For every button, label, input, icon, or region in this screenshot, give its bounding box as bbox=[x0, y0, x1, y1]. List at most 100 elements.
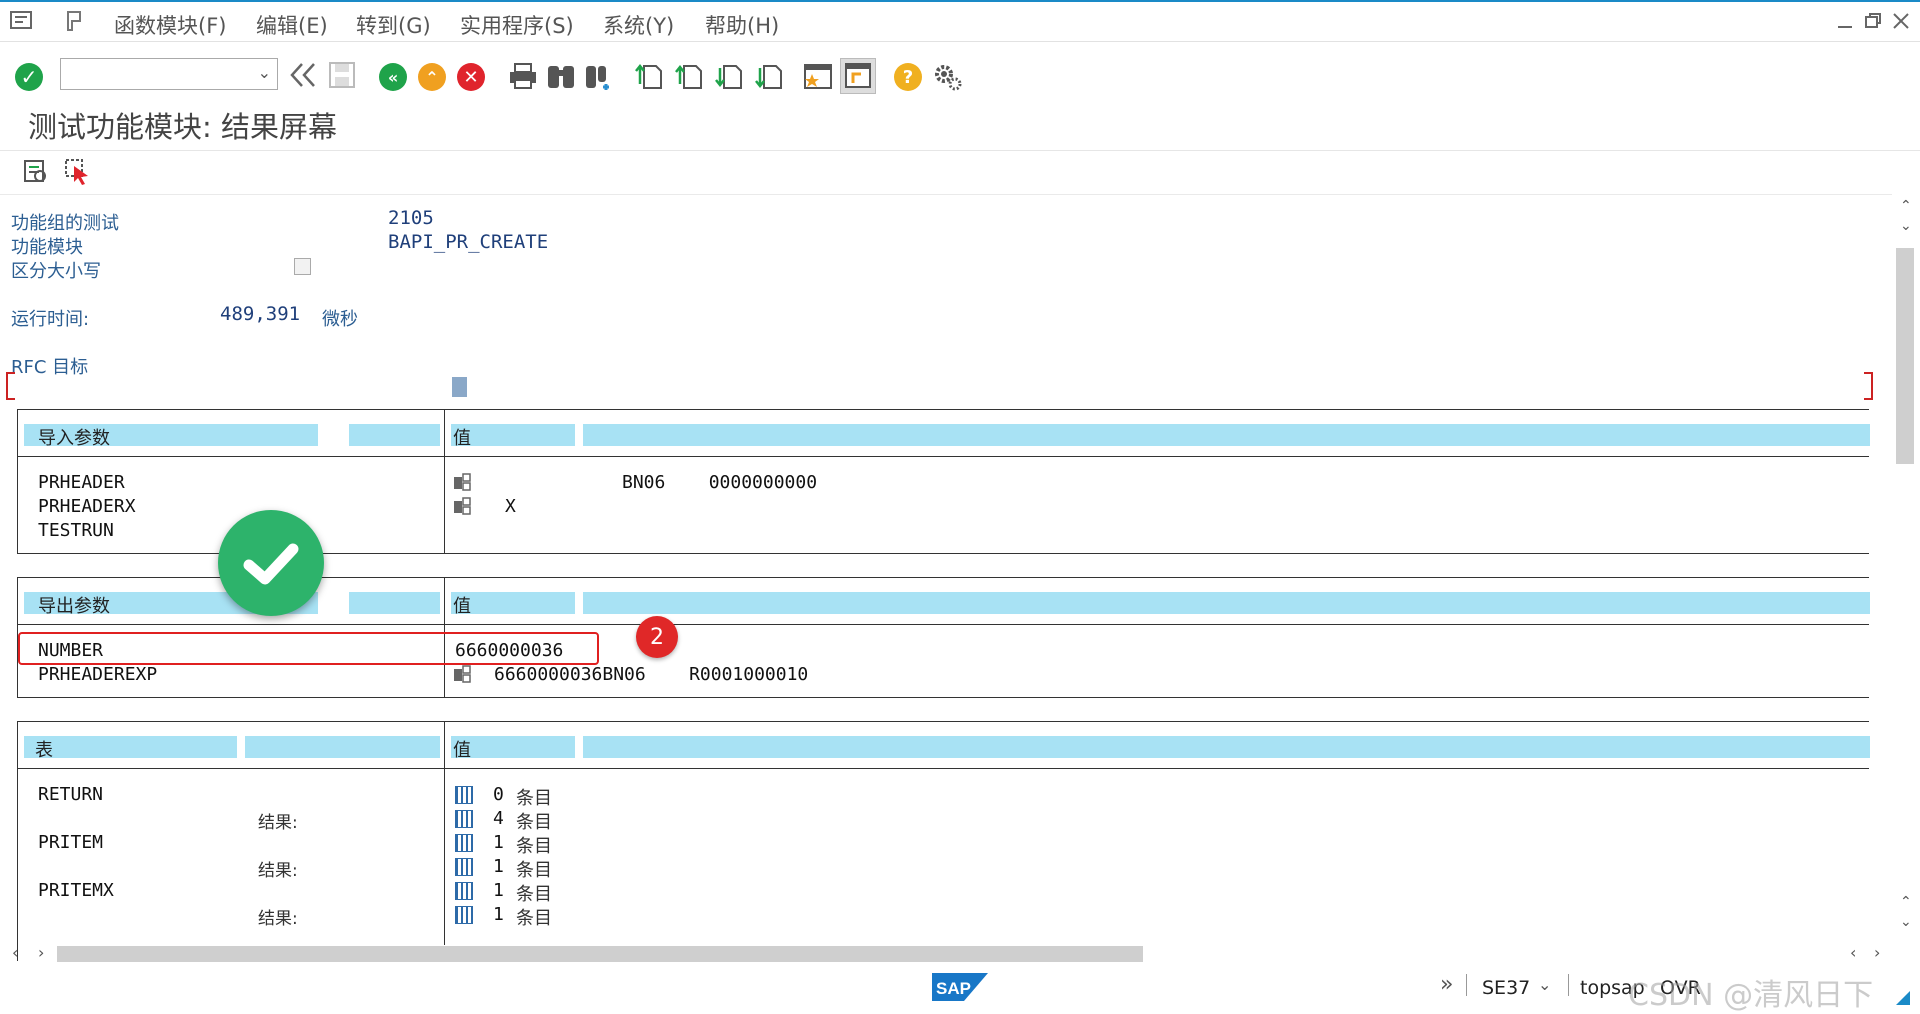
prheader-value: BN06 0000000000 bbox=[622, 472, 818, 493]
result-label: 结果: bbox=[258, 813, 298, 833]
restore-icon[interactable] bbox=[1864, 12, 1882, 30]
transaction-dropdown-icon[interactable]: ⌄ bbox=[1538, 975, 1551, 994]
param-testrun[interactable]: TESTRUN bbox=[38, 520, 114, 541]
watermark: CSDN @清风日下 bbox=[1628, 978, 1874, 1013]
param-prheader[interactable]: PRHEADER bbox=[38, 472, 125, 493]
number-highlight-box bbox=[18, 632, 599, 665]
settings-icon[interactable] bbox=[932, 62, 962, 92]
param-prheaderx[interactable]: PRHEADERX bbox=[38, 496, 136, 517]
transaction-code: SE37 bbox=[1482, 977, 1531, 999]
back-icon[interactable]: « bbox=[376, 60, 410, 94]
command-field[interactable]: ⌄ bbox=[60, 58, 278, 90]
function-module-value: BAPI_PR_CREATE bbox=[388, 231, 549, 253]
tables-header-bar-2 bbox=[245, 736, 440, 758]
scroll-left-icon[interactable]: ‹ bbox=[12, 943, 18, 962]
find-next-icon[interactable] bbox=[584, 62, 614, 90]
export-value-header: 值 bbox=[453, 596, 471, 617]
rfc-target-field[interactable] bbox=[452, 377, 467, 397]
vertical-scroll-thumb[interactable] bbox=[1896, 248, 1914, 464]
pritemx-before-count: 1 bbox=[493, 880, 504, 901]
first-page-icon[interactable] bbox=[635, 62, 663, 90]
table-pritem[interactable]: PRITEM bbox=[38, 832, 103, 853]
svg-text:SAP: SAP bbox=[936, 979, 971, 998]
pritemx-after-count: 1 bbox=[493, 904, 504, 925]
menu-bar: 函数模块(F) 编辑(E) 转到(G) 实用程序(S) 系统(Y) 帮助(H) bbox=[0, 0, 1920, 42]
table-icon[interactable] bbox=[455, 858, 473, 876]
tables-header-bar bbox=[24, 736, 237, 758]
menu-help[interactable]: 帮助(H) bbox=[705, 10, 779, 40]
result-label: 结果: bbox=[258, 909, 298, 929]
cancel-icon[interactable]: ✕ bbox=[454, 60, 488, 94]
runtime-label: 运行时间: bbox=[11, 309, 90, 330]
menu-utilities[interactable]: 实用程序(S) bbox=[460, 10, 574, 40]
check-icon[interactable]: ✓ bbox=[12, 60, 46, 94]
menu-system[interactable]: 系统(Y) bbox=[603, 10, 674, 40]
scroll-right-end-icon[interactable]: › bbox=[1874, 943, 1880, 962]
structure-icon[interactable] bbox=[453, 497, 473, 515]
shortcut-icon[interactable] bbox=[840, 58, 876, 94]
scroll-down-icon[interactable]: ⌄ bbox=[1900, 914, 1912, 930]
table-pritemx[interactable]: PRITEMX bbox=[38, 880, 114, 901]
last-page-icon[interactable] bbox=[755, 62, 783, 90]
table-icon[interactable] bbox=[455, 810, 473, 828]
import-header: 导入参数 bbox=[38, 428, 110, 449]
entry-unit: 条目 bbox=[516, 860, 552, 881]
function-group-value: 2105 bbox=[388, 207, 434, 229]
minimize-icon[interactable] bbox=[1836, 12, 1854, 30]
export-value-header-bar-2 bbox=[583, 592, 1870, 614]
vertical-scrollbar[interactable]: ⌃ ⌄ ⌃ ⌄ bbox=[1892, 196, 1920, 944]
param-prheaderexp[interactable]: PRHEADEREXP bbox=[38, 664, 157, 685]
table-icon[interactable] bbox=[455, 882, 473, 900]
function-group-label: 功能组的测试 bbox=[11, 213, 119, 234]
scroll-up-icon[interactable]: ⌃ bbox=[1900, 198, 1912, 214]
horizontal-scrollbar[interactable]: ‹ › ‹ › bbox=[0, 942, 1892, 968]
chevron-down-icon[interactable]: ⌄ bbox=[258, 63, 271, 82]
import-divider bbox=[444, 409, 445, 554]
page-title: 测试功能模块: 结果屏幕 bbox=[28, 110, 337, 144]
select-cursor-icon[interactable] bbox=[64, 158, 92, 186]
scroll-down-small-icon[interactable]: ⌄ bbox=[1900, 218, 1912, 234]
table-icon[interactable] bbox=[455, 834, 473, 852]
app-toolbar-divider bbox=[0, 194, 1892, 195]
new-session-icon[interactable] bbox=[803, 62, 833, 90]
menu-goto[interactable]: 转到(G) bbox=[356, 10, 431, 40]
app-menu-icon[interactable] bbox=[10, 11, 32, 29]
table-icon[interactable] bbox=[455, 786, 473, 804]
return-after-count: 4 bbox=[493, 808, 504, 829]
return-before-count: 0 bbox=[493, 784, 504, 805]
prev-page-icon[interactable] bbox=[675, 62, 703, 90]
print-icon[interactable] bbox=[508, 62, 538, 90]
result-label: 结果: bbox=[258, 861, 298, 881]
customize-layout-icon[interactable] bbox=[64, 10, 86, 32]
entry-unit: 条目 bbox=[516, 908, 552, 929]
tables-value-header: 值 bbox=[453, 740, 471, 761]
status-expand-icon[interactable]: » bbox=[1440, 972, 1453, 997]
import-header-line bbox=[17, 456, 1869, 457]
help-icon[interactable]: ? bbox=[891, 60, 925, 94]
case-sensitive-checkbox[interactable] bbox=[294, 258, 311, 275]
debug-icon[interactable] bbox=[22, 158, 48, 184]
exit-icon[interactable]: ⌃ bbox=[415, 60, 449, 94]
success-check-icon bbox=[218, 510, 324, 616]
close-window-icon[interactable] bbox=[1892, 12, 1910, 30]
structure-icon[interactable] bbox=[453, 665, 473, 683]
table-icon[interactable] bbox=[455, 906, 473, 924]
step-badge: 2 bbox=[636, 616, 678, 658]
back-double-icon[interactable] bbox=[288, 60, 318, 90]
status-bar: SAP » SE37 ⌄ topsap OVR CSDN @清风日下 bbox=[0, 968, 1920, 1013]
table-return[interactable]: RETURN bbox=[38, 784, 103, 805]
find-icon[interactable] bbox=[546, 62, 576, 90]
corner-mark-right bbox=[1864, 372, 1873, 400]
import-header-bar-2 bbox=[349, 424, 440, 446]
menu-edit[interactable]: 编辑(E) bbox=[256, 10, 328, 40]
scroll-up-bottom-icon[interactable]: ⌃ bbox=[1900, 894, 1912, 910]
scroll-left-end-icon[interactable]: ‹ bbox=[1850, 943, 1856, 962]
horizontal-scroll-thumb[interactable] bbox=[57, 946, 1143, 962]
save-icon[interactable] bbox=[328, 61, 356, 89]
menu-function-module[interactable]: 函数模块(F) bbox=[114, 10, 226, 40]
resize-grip-icon[interactable] bbox=[1896, 990, 1910, 1005]
scroll-right-icon[interactable]: › bbox=[38, 943, 44, 962]
step-badge-number: 2 bbox=[650, 624, 664, 650]
next-page-icon[interactable] bbox=[715, 62, 743, 90]
structure-icon[interactable] bbox=[453, 473, 473, 491]
